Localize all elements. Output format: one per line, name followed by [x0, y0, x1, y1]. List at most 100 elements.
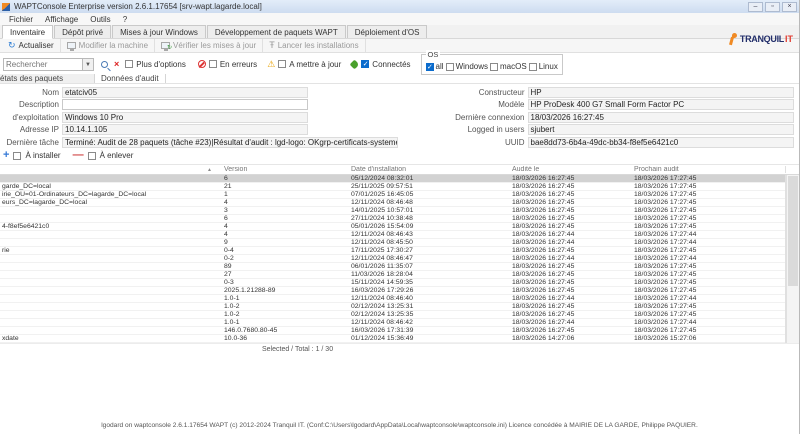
logged-in-users-label: Logged in users	[400, 125, 528, 134]
derniere-connexion-label: Dernière connexion	[400, 113, 528, 122]
cell-version: 1	[218, 191, 345, 199]
cell-version: 146.0.7680.80-45	[218, 327, 345, 335]
cell-version: 0-3	[218, 279, 345, 287]
connected-filter[interactable]: Connectés	[351, 60, 410, 69]
remove-label: À enlever	[100, 151, 134, 160]
cell-audited: 18/03/2026 16:27:44	[506, 255, 628, 263]
tab-deploiement-os[interactable]: Déploiement d'OS	[347, 25, 428, 38]
tab-donnees-audit[interactable]: Données d'audit	[95, 74, 166, 83]
app-icon	[2, 3, 10, 11]
cell-version: 10.0-36	[218, 335, 345, 343]
close-button[interactable]: ×	[782, 2, 797, 12]
cell-next_audit: 18/03/2026 15:27:06	[628, 335, 786, 343]
more-options-checkbox-box[interactable]	[125, 60, 133, 68]
status-bar: lgodard on waptconsole 2.6.1.17654 WAPT …	[0, 420, 799, 434]
search-input[interactable]	[3, 58, 83, 71]
cell-next_audit: 18/03/2026 17:27:45	[628, 303, 786, 311]
cell-installed: 06/01/2026 11:35:07	[345, 263, 506, 271]
empty-panel	[0, 355, 799, 420]
cell-audited: 18/03/2026 16:27:45	[506, 303, 628, 311]
errors-filter[interactable]: En erreurs	[198, 60, 257, 69]
menu-bar: Fichier Affichage Outils ?	[0, 13, 799, 25]
cell-installed: 07/01/2025 16:45:05	[345, 191, 506, 199]
cell-next_audit: 18/03/2026 17:27:45	[628, 287, 786, 295]
os-all-checkbox[interactable]	[426, 63, 434, 71]
clear-search-icon[interactable]: ×	[114, 59, 119, 69]
cell-installed: 25/11/2025 09:57:51	[345, 183, 506, 191]
cell-installed: 16/03/2026 17:31:39	[345, 327, 506, 335]
check-updates-button[interactable]: ↻ Vérifier les mises à jour	[155, 39, 263, 52]
nom-label: Nom	[0, 88, 62, 97]
cell-next_audit: 18/03/2026 17:27:44	[628, 231, 786, 239]
tab-etats-des-paquets[interactable]: états des paquets	[0, 74, 95, 83]
maximize-button[interactable]: ▫	[765, 2, 780, 12]
table-row[interactable]: xdate10.0-3601/12/2024 15:36:4918/03/202…	[0, 335, 799, 343]
cell-audited: 18/03/2026 16:27:45	[506, 327, 628, 335]
cell-installed: 02/12/2024 13:25:35	[345, 311, 506, 319]
tab-inventaire[interactable]: Inventaire	[2, 25, 53, 39]
uuid-label: UUID	[400, 138, 528, 147]
cell-version: 4	[218, 231, 345, 239]
column-header-audite-le[interactable]: Audité le	[506, 166, 628, 173]
os-windows-checkbox[interactable]	[446, 63, 454, 71]
column-header-date-installation[interactable]: Date d'installation	[345, 166, 506, 173]
column-header-name[interactable]: ▲	[0, 167, 218, 173]
menu-fichier[interactable]: Fichier	[4, 15, 38, 24]
search-icon[interactable]	[101, 61, 108, 68]
tranquil-it-logo-icon	[729, 33, 738, 45]
logged-in-users-field: sjubert	[528, 124, 794, 135]
cell-installed: 11/03/2026 18:28:04	[345, 271, 506, 279]
menu-help[interactable]: ?	[118, 15, 132, 24]
computer-icon	[67, 42, 76, 49]
computer-refresh-icon: ↻	[161, 42, 170, 49]
menu-outils[interactable]: Outils	[85, 15, 115, 24]
cell-version: 0-2	[218, 255, 345, 263]
os-label: d'exploitation	[0, 113, 62, 122]
detail-tab-bar: états des paquets Données d'audit	[0, 75, 799, 84]
cell-version: 1.0-2	[218, 311, 345, 319]
column-header-version[interactable]: Version	[218, 166, 345, 173]
needs-update-filter[interactable]: ⚠ A mettre à jour	[267, 60, 341, 69]
nom-field: etatciv05	[62, 87, 308, 98]
cell-installed: 12/11/2024 08:46:47	[345, 255, 506, 263]
os-macos-checkbox[interactable]	[490, 63, 498, 71]
refresh-button[interactable]: ↻ Actualiser	[2, 39, 61, 52]
cell-audited: 18/03/2026 16:27:45	[506, 263, 628, 271]
launch-installs-button[interactable]: Ŧ Lancer les installations	[263, 39, 365, 52]
cell-name: xdate	[0, 335, 218, 343]
tab-mises-a-jour-windows[interactable]: Mises à jour Windows	[112, 25, 206, 38]
needs-update-checkbox-box[interactable]	[278, 60, 286, 68]
cell-installed: 17/11/2025 17:30:27	[345, 247, 506, 255]
tab-developpement-paquets[interactable]: Développement de paquets WAPT	[207, 25, 346, 38]
remove-checkbox[interactable]	[88, 152, 96, 160]
install-checkbox[interactable]	[13, 152, 21, 160]
tab-depot-prive[interactable]: Dépôt privé	[54, 25, 111, 38]
cell-version: 6	[218, 175, 345, 183]
more-options-checkbox[interactable]: Plus d'options	[125, 60, 186, 69]
cell-version: 27	[218, 271, 345, 279]
cell-version: 9	[218, 239, 345, 247]
cell-version: 1.0-2	[218, 303, 345, 311]
package-actions-row: + À installer — À enlever	[0, 147, 799, 164]
cell-installed: 14/01/2025 10:57:01	[345, 207, 506, 215]
cell-next_audit: 18/03/2026 17:27:45	[628, 311, 786, 319]
cell-audited: 18/03/2026 16:27:45	[506, 287, 628, 295]
cell-audited: 18/03/2026 16:27:45	[506, 223, 628, 231]
adresse-ip-field: 10.14.1.105	[62, 124, 308, 135]
scrollbar-thumb[interactable]	[788, 176, 798, 286]
uuid-field: bae8dd73-6b4a-49dc-bb34-f8ef5e6421c0	[528, 137, 794, 148]
os-linux-checkbox[interactable]	[529, 63, 537, 71]
connected-checkbox-box[interactable]	[361, 60, 369, 68]
edit-machine-button[interactable]: Modifier la machine	[61, 39, 155, 52]
description-field[interactable]	[62, 99, 308, 110]
main-tab-bar: Inventaire Dépôt privé Mises à jour Wind…	[0, 25, 799, 39]
minimize-button[interactable]: –	[748, 2, 763, 12]
cell-version: 3	[218, 207, 345, 215]
menu-affichage[interactable]: Affichage	[40, 15, 83, 24]
search-dropdown-arrow-icon[interactable]: ▼	[83, 58, 94, 71]
vertical-scrollbar[interactable]	[786, 175, 799, 343]
errors-checkbox-box[interactable]	[209, 60, 217, 68]
refresh-icon: ↻	[8, 41, 16, 50]
title-bar: WAPTConsole Enterprise version 2.6.1.176…	[0, 0, 799, 13]
column-header-prochain-audit[interactable]: Prochain audit	[628, 166, 786, 173]
